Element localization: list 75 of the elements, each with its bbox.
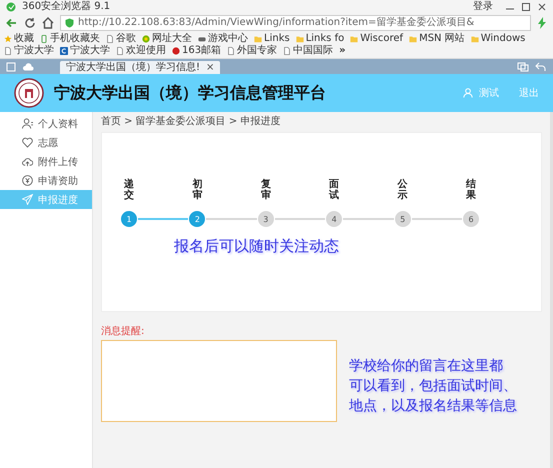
breadcrumb: 首页 > 留学基金委公派项目 > 申报进度 bbox=[101, 114, 282, 129]
message-box[interactable] bbox=[101, 340, 337, 422]
bookmark-item[interactable]: 收藏 bbox=[4, 33, 34, 45]
bookmark-item[interactable]: 网址大全 bbox=[142, 33, 192, 45]
bookmark-item[interactable]: 163邮箱 bbox=[172, 45, 222, 57]
step-circle: 5 bbox=[394, 211, 411, 227]
page-icon bbox=[4, 47, 12, 55]
globe-icon bbox=[142, 35, 150, 43]
step-label: 结果 bbox=[466, 179, 476, 201]
annotation-text: 学校给你的留言在这里都 可以看到，包括面试时间、 地点，以及报名结果等信息 bbox=[349, 357, 517, 416]
bookmark-item[interactable]: Links fo bbox=[296, 33, 344, 45]
undo-arrow-icon[interactable] bbox=[535, 62, 547, 72]
sidebar-item[interactable]: 个人资料 bbox=[0, 114, 92, 133]
bookmark-item[interactable]: 欢迎使用 bbox=[116, 45, 166, 57]
sidebar-item[interactable]: 申请资助 bbox=[0, 171, 92, 190]
mail-icon bbox=[172, 47, 180, 55]
coin-icon bbox=[22, 175, 33, 186]
cloud-upload-icon bbox=[22, 156, 33, 167]
person-icon bbox=[22, 118, 33, 129]
app-title: 宁波大学出国（境）学习信息管理平台 bbox=[54, 82, 326, 104]
page-icon bbox=[227, 47, 236, 55]
bookmark-item[interactable]: 中国国际 bbox=[283, 45, 334, 57]
bookmark-item[interactable]: 宁波大学 bbox=[60, 45, 110, 57]
step-label: 初审 bbox=[192, 179, 202, 201]
c-logo-icon bbox=[60, 47, 68, 55]
sidebar-toggle-icon[interactable] bbox=[6, 62, 16, 72]
browser-title: 360安全浏览器 9.1 bbox=[22, 0, 110, 12]
university-seal-icon bbox=[14, 78, 44, 108]
step-circle: 1 bbox=[121, 211, 137, 227]
star-icon bbox=[4, 35, 12, 43]
step-circle: 3 bbox=[258, 211, 274, 227]
step-circle: 6 bbox=[463, 211, 480, 227]
phone-icon bbox=[40, 35, 48, 43]
cloud-icon[interactable] bbox=[22, 62, 34, 72]
bookmark-item[interactable]: MSN 网站 bbox=[409, 33, 465, 45]
gamepad-icon bbox=[198, 35, 206, 43]
browser-tab[interactable]: 宁波大学出国（境）学习信息! × bbox=[60, 61, 220, 74]
sidebar-item[interactable]: 志愿 bbox=[0, 133, 92, 152]
home-icon[interactable] bbox=[42, 16, 54, 28]
folder-icon bbox=[470, 35, 479, 43]
page-icon bbox=[283, 47, 292, 55]
step-circle: 2 bbox=[189, 211, 206, 227]
bookmark-item[interactable]: 手机收藏夹 bbox=[40, 33, 100, 45]
windows-icon[interactable] bbox=[517, 62, 529, 72]
bookmark-item[interactable]: » bbox=[339, 45, 346, 57]
folder-icon bbox=[296, 35, 304, 43]
annotation-text: 报名后可以随时关注动态 bbox=[174, 237, 340, 256]
back-arrow-icon[interactable] bbox=[6, 16, 18, 28]
step-label: 公示 bbox=[398, 179, 408, 201]
bookmark-item[interactable]: 游戏中心 bbox=[198, 33, 248, 45]
bookmark-item[interactable]: Windows bbox=[470, 33, 526, 45]
step-label: 复审 bbox=[260, 179, 271, 201]
bookmark-item[interactable]: 谷歌 bbox=[106, 33, 136, 45]
address-field[interactable]: http://10.22.108.63:83/Admin/ViewWing/information?item=留学基金委公派项目& bbox=[60, 14, 531, 30]
bookmark-item[interactable]: Wiscoref bbox=[350, 33, 404, 45]
bookmark-item[interactable]: Links bbox=[254, 33, 290, 45]
step-label: 面试 bbox=[329, 179, 340, 201]
bookmark-item[interactable]: 外国专家 bbox=[227, 45, 278, 57]
sidebar-item[interactable]: 附件上传 bbox=[0, 152, 92, 171]
folder-icon bbox=[254, 35, 262, 43]
folder-icon bbox=[350, 35, 358, 43]
shield-icon bbox=[65, 18, 74, 28]
close-icon[interactable] bbox=[537, 2, 547, 12]
user-icon bbox=[463, 88, 473, 98]
step-circle: 4 bbox=[326, 211, 342, 227]
heart-icon bbox=[22, 137, 33, 148]
maximize-icon[interactable] bbox=[521, 2, 531, 12]
bookmark-item[interactable]: 宁波大学 bbox=[4, 45, 54, 57]
paper-plane-icon bbox=[22, 194, 33, 205]
step-label: 递交 bbox=[124, 179, 134, 201]
login-button[interactable]: 登录 bbox=[473, 0, 493, 12]
folder-icon bbox=[409, 35, 418, 43]
bolt-icon[interactable] bbox=[537, 16, 547, 28]
refresh-icon[interactable] bbox=[24, 16, 36, 28]
message-label: 消息提醒: bbox=[101, 324, 146, 338]
